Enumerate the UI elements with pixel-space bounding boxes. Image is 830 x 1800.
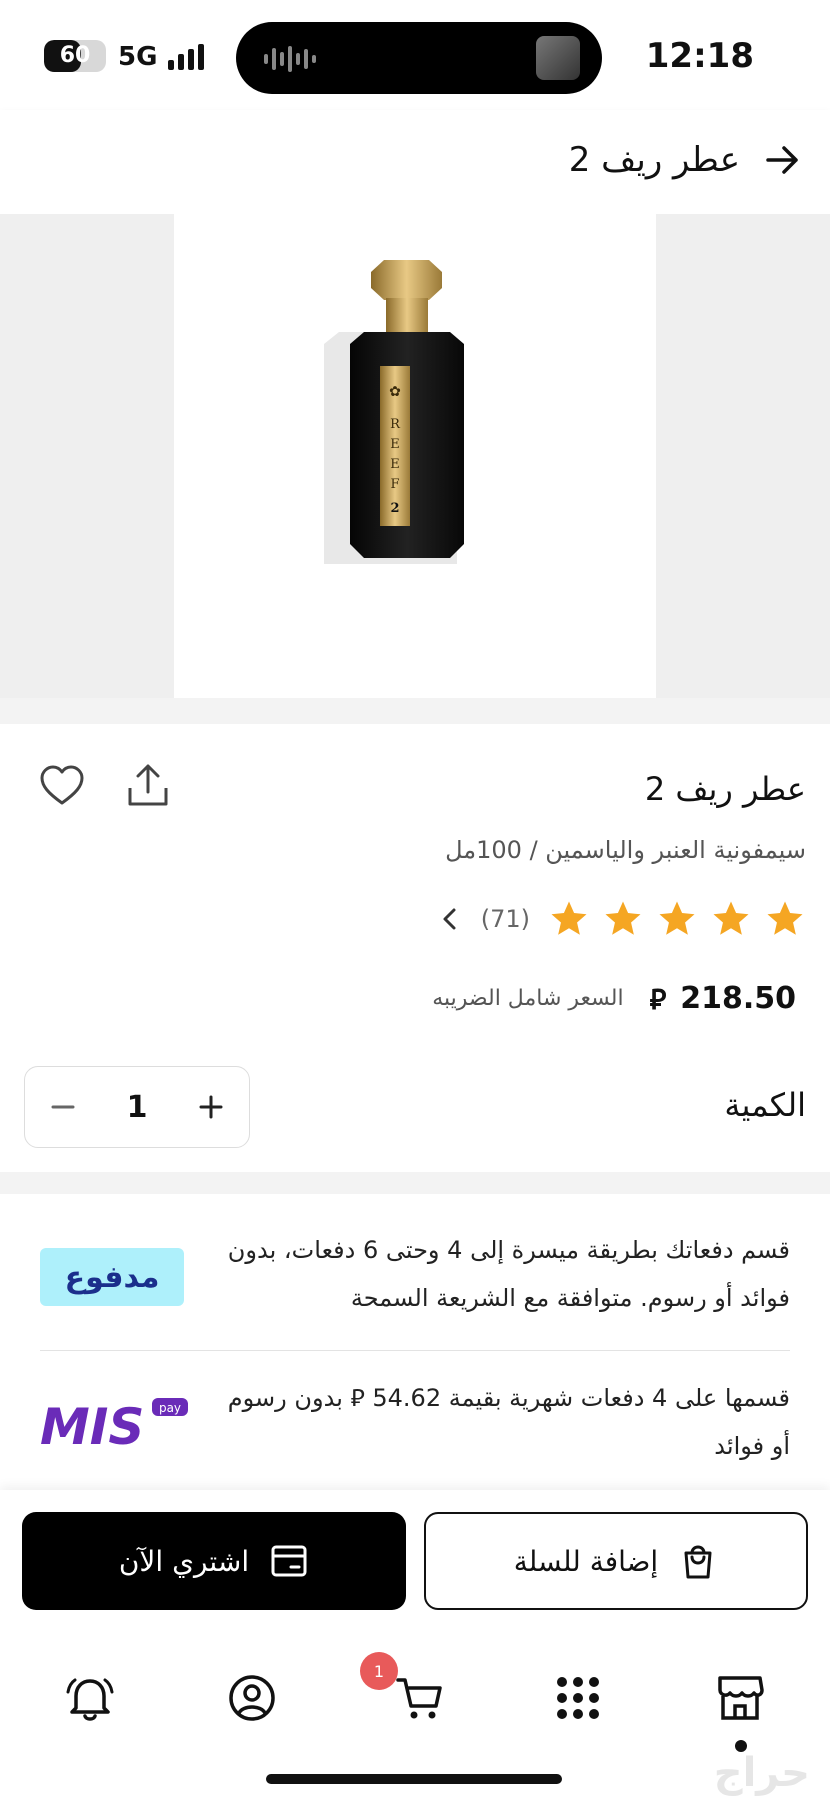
network-type: 5G: [118, 42, 158, 72]
bottom-nav: 1 حراج: [0, 1640, 830, 1800]
svg-text:✿: ✿: [389, 384, 401, 400]
mispay-logo-sub: pay: [159, 1401, 181, 1415]
nav-notifications[interactable]: [62, 1670, 118, 1726]
share-icon[interactable]: [122, 760, 174, 812]
price-row: 218.50 ⃁ السعر شامل الضريبه: [432, 980, 796, 1017]
divider: [40, 1350, 790, 1351]
installment-mispay[interactable]: قسمها على 4 دفعات شهرية بقيمة 54.62 ⃁ بد…: [40, 1374, 790, 1490]
user-circle-icon: [229, 1675, 275, 1721]
bell-icon: [66, 1678, 114, 1721]
battery-level: 60: [59, 43, 91, 68]
page-header: عطر ريف 2: [0, 110, 830, 214]
perfume-bottle-image: ✿ R E E F 2: [324, 260, 464, 564]
star-icon: [659, 901, 695, 935]
add-to-cart-label: إضافة للسلة: [513, 1544, 659, 1578]
cart-badge: 1: [360, 1652, 398, 1690]
review-count: (71): [480, 905, 530, 933]
grid-icon: [557, 1677, 599, 1719]
svg-text:R: R: [390, 417, 401, 432]
star-icon: [713, 901, 749, 935]
media-thumbnail: [536, 36, 580, 80]
quantity-stepper: 1: [24, 1066, 250, 1148]
back-arrow-icon[interactable]: [760, 138, 804, 182]
svg-text:E: E: [390, 437, 400, 452]
status-bar: 60 5G 12:18: [0, 0, 830, 110]
haraj-watermark: حراج: [713, 1750, 810, 1796]
minus-icon[interactable]: [45, 1089, 81, 1125]
product-title: عطر ريف 2: [644, 770, 806, 808]
signal-icon: [168, 44, 204, 70]
dynamic-island[interactable]: [236, 22, 602, 94]
plus-icon[interactable]: [193, 1089, 229, 1125]
page-title: عطر ريف 2: [568, 140, 740, 180]
section-separator: [0, 1172, 830, 1194]
chevron-left-icon[interactable]: [437, 906, 463, 932]
buy-now-button[interactable]: اشتري الآن: [22, 1512, 406, 1610]
battery-indicator: 60: [44, 40, 106, 72]
product-subtitle: سيمفونية العنبر والياسمين / 100مل: [445, 836, 806, 864]
audio-wave-icon: [264, 46, 316, 72]
installment-text: قسم دفعاتك بطريقة ميسرة إلى 4 وحتى 6 دفع…: [227, 1236, 790, 1312]
nav-store[interactable]: [712, 1670, 768, 1726]
svg-text:E: E: [390, 457, 400, 472]
rating-row[interactable]: (71): [437, 898, 806, 940]
nav-categories[interactable]: [550, 1670, 606, 1726]
heart-icon[interactable]: [38, 762, 86, 810]
installment-text: قسمها على 4 دفعات شهرية بقيمة 54.62 ⃁ بد…: [227, 1384, 790, 1460]
buy-now-label: اشتري الآن: [118, 1544, 250, 1578]
madfu-logo: مدفوع: [40, 1248, 184, 1306]
installment-madfu[interactable]: قسم دفعاتك بطريقة ميسرة إلى 4 وحتى 6 دفع…: [40, 1226, 790, 1346]
card-icon: [271, 1545, 307, 1577]
action-bar: اشتري الآن إضافة للسلة: [0, 1490, 830, 1640]
product-gallery[interactable]: ✿ R E E F 2: [0, 214, 830, 698]
nav-cart[interactable]: 1: [360, 1652, 448, 1726]
tax-note: السعر شامل الضريبه: [432, 986, 624, 1011]
product-info: عطر ريف 2 سيمفونية العنبر والياسمين / 10…: [0, 724, 830, 1172]
svg-text:F: F: [390, 477, 399, 492]
home-indicator[interactable]: [266, 1774, 562, 1784]
shopping-bag-icon: [684, 1545, 712, 1579]
star-icon: [551, 901, 587, 935]
riyal-symbol: ⃁: [649, 983, 667, 1016]
mispay-logo: MIS pay: [40, 1398, 188, 1456]
mispay-logo-text: MIS: [40, 1398, 144, 1456]
quantity-label: الكمية: [724, 1086, 806, 1124]
clock: 12:18: [645, 36, 754, 76]
svg-text:2: 2: [390, 501, 399, 516]
product-image[interactable]: ✿ R E E F 2: [174, 214, 656, 698]
star-icon: [605, 901, 641, 935]
add-to-cart-button[interactable]: إضافة للسلة: [424, 1512, 808, 1610]
cart-icon: [396, 1678, 442, 1719]
installment-options: قسم دفعاتك بطريقة ميسرة إلى 4 وحتى 6 دفع…: [0, 1194, 830, 1490]
star-icon: [767, 901, 803, 935]
price-value: 218.50: [680, 981, 796, 1016]
nav-profile[interactable]: [224, 1670, 280, 1726]
quantity-value[interactable]: 1: [127, 1090, 148, 1125]
section-separator: [0, 698, 830, 724]
store-icon: [718, 1676, 764, 1720]
